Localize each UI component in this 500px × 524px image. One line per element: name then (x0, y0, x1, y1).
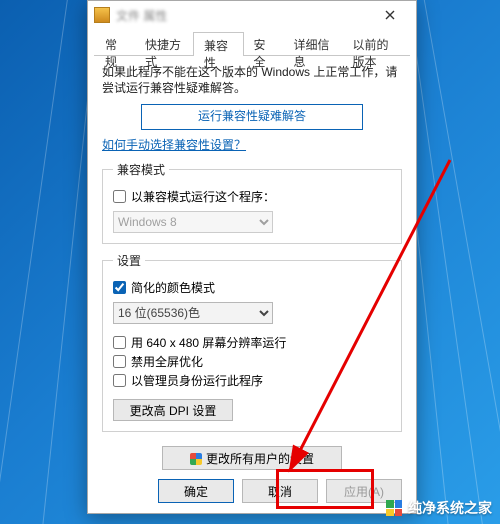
compat-mode-legend: 兼容模式 (113, 161, 169, 178)
change-all-users-label: 更改所有用户的设置 (206, 452, 314, 466)
run-admin-checkbox[interactable]: 以管理员身份运行此程序 (113, 372, 391, 389)
settings-legend: 设置 (113, 252, 145, 269)
compat-mode-checkbox-input[interactable] (113, 190, 126, 203)
reduced-color-checkbox[interactable]: 简化的颜色模式 (113, 279, 391, 296)
tab-details[interactable]: 详细信息 (283, 31, 343, 55)
watermark-logo-icon (386, 500, 402, 516)
cancel-button[interactable]: 取消 (242, 479, 318, 503)
tab-security[interactable]: 安全 (243, 31, 284, 55)
run-admin-label: 以管理员身份运行此程序 (131, 372, 263, 389)
window-title: 文件 属性 (116, 7, 167, 24)
reduced-color-label: 简化的颜色模式 (131, 279, 215, 296)
compat-mode-checkbox-label: 以兼容模式运行这个程序： (131, 188, 275, 205)
tab-general[interactable]: 常规 (94, 31, 135, 55)
compat-help-link[interactable]: 如何手动选择兼容性设置？ (102, 138, 246, 152)
titlebar: 文件 属性 (88, 1, 416, 29)
ok-button[interactable]: 确定 (158, 479, 234, 503)
desktop-wallpaper: 文件 属性 常规 快捷方式 兼容性 安全 详细信息 以前的版本 如果此程序不能在… (0, 0, 500, 524)
run-troubleshooter-button[interactable]: 运行兼容性疑难解答 (141, 104, 363, 130)
tab-shortcut[interactable]: 快捷方式 (134, 31, 194, 55)
tab-previous[interactable]: 以前的版本 (342, 31, 412, 55)
res-640-checkbox-input[interactable] (113, 336, 126, 349)
disable-fullscreen-checkbox-input[interactable] (113, 355, 126, 368)
disable-fullscreen-label: 禁用全屏优化 (131, 353, 203, 370)
reduced-color-checkbox-input[interactable] (113, 281, 126, 294)
disable-fullscreen-checkbox[interactable]: 禁用全屏优化 (113, 353, 391, 370)
run-admin-checkbox-input[interactable] (113, 374, 126, 387)
watermark: 纯净系统之家 (386, 498, 492, 518)
res-640-checkbox[interactable]: 用 640 x 480 屏幕分辨率运行 (113, 334, 391, 351)
close-icon (385, 10, 395, 20)
change-dpi-button[interactable]: 更改高 DPI 设置 (113, 399, 233, 421)
dialog-button-row: 确定 取消 应用(A) (88, 479, 416, 503)
file-icon (94, 7, 110, 23)
compat-mode-checkbox[interactable]: 以兼容模式运行这个程序： (113, 188, 391, 205)
properties-dialog: 文件 属性 常规 快捷方式 兼容性 安全 详细信息 以前的版本 如果此程序不能在… (87, 0, 417, 514)
tabstrip: 常规 快捷方式 兼容性 安全 详细信息 以前的版本 (94, 31, 410, 56)
close-button[interactable] (370, 1, 410, 29)
uac-shield-icon (190, 453, 202, 465)
tab-body: 如果此程序不能在这个版本的 Windows 上正常工作，请尝试运行兼容性疑难解答… (88, 56, 416, 470)
color-mode-select[interactable]: 16 位(65536)色 (113, 302, 273, 324)
change-all-users-button[interactable]: 更改所有用户的设置 (162, 446, 342, 470)
compat-mode-select[interactable]: Windows 8 (113, 211, 273, 233)
watermark-text: 纯净系统之家 (408, 498, 492, 518)
res-640-label: 用 640 x 480 屏幕分辨率运行 (131, 334, 286, 351)
compat-mode-group: 兼容模式 以兼容模式运行这个程序： Windows 8 (102, 161, 402, 244)
settings-group: 设置 简化的颜色模式 16 位(65536)色 用 640 x 480 屏幕分辨… (102, 252, 402, 432)
tab-compat[interactable]: 兼容性 (193, 32, 244, 56)
